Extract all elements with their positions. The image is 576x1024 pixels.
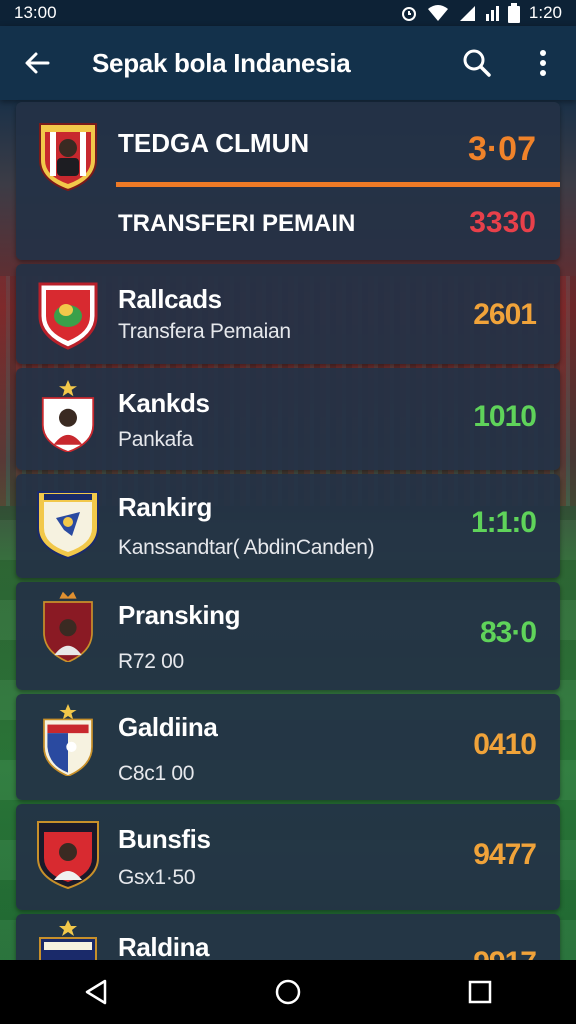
club-crest-icon: [38, 282, 98, 350]
club-score: 0410: [473, 728, 537, 761]
club-score: 83·0: [479, 616, 537, 649]
club-subtitle: Kanssandtar( AbdinCanden): [118, 536, 375, 559]
club-subtitle: Gsx1·50: [118, 866, 196, 889]
club-crest-icon: [39, 123, 97, 192]
featured-club-card[interactable]: TEDGA CLMUN 3·07 TRANSFERI PEMAIN 3330: [16, 102, 560, 260]
club-subtitle: R72 00: [118, 650, 184, 673]
list-item[interactable]: Pransking R72 00 83·0: [16, 582, 560, 690]
wifi-icon: [427, 5, 448, 21]
transfer-score: 3330: [469, 206, 536, 239]
list-item[interactable]: Bunsfis Gsx1·50 9477: [16, 804, 560, 910]
club-crest-icon: [37, 821, 99, 890]
accent-divider: [116, 182, 560, 187]
circle-home-icon: [275, 979, 301, 1005]
triangle-back-icon: [85, 979, 107, 1005]
list-item[interactable]: Kankds Pankafa 1010: [16, 368, 560, 470]
alarm-icon: [401, 7, 416, 21]
club-name: Galdiina: [118, 712, 218, 742]
arrow-left-icon: [25, 52, 50, 74]
system-nav-bar: [0, 960, 576, 1024]
more-vert-icon: [540, 50, 546, 76]
featured-club-score: 3·07: [467, 130, 536, 168]
club-crest-icon: [41, 380, 95, 452]
status-icons: 1:20: [400, 3, 562, 23]
club-crest-icon: [37, 491, 99, 560]
square-recents-icon: [468, 980, 492, 1004]
club-name: Kankds: [118, 388, 210, 418]
club-name: Rallcads: [118, 284, 222, 314]
app-bar: Sepak bola Indanesia: [0, 26, 576, 100]
search-icon: [463, 49, 491, 77]
nav-recents-button[interactable]: [440, 960, 520, 1024]
club-name: Bunsfis: [118, 824, 211, 854]
club-crest-icon: [43, 704, 93, 776]
status-time-right: 1:20: [528, 3, 562, 22]
club-subtitle: C8c1 00: [118, 762, 195, 785]
club-score: 1:1:0: [470, 506, 537, 539]
list-item[interactable]: Rallcads Transfera Pemaian 2601: [16, 264, 560, 364]
list-item[interactable]: Galdiina C8c1 00 0410: [16, 694, 560, 800]
club-name: Pransking: [118, 600, 241, 630]
club-name: Raldina: [118, 932, 210, 962]
transfer-heading: TRANSFERI PEMAIN: [118, 210, 356, 237]
back-button[interactable]: [0, 26, 74, 100]
battery-icon: [507, 3, 520, 23]
list-item[interactable]: Rankirg Kanssandtar( AbdinCanden) 1:1:0: [16, 474, 560, 578]
club-score: 2601: [473, 298, 537, 331]
signal-icon: [459, 6, 475, 21]
more-options-button[interactable]: [510, 26, 576, 100]
signal-icon-2: [485, 6, 499, 21]
club-subtitle: Transfera Pemaian: [118, 320, 291, 343]
club-score: 1010: [473, 400, 537, 433]
status-time-left: 13:00: [14, 3, 57, 22]
club-score: 9477: [473, 838, 537, 871]
featured-club-name: TEDGA CLMUN: [118, 128, 310, 158]
nav-back-button[interactable]: [56, 960, 136, 1024]
search-button[interactable]: [444, 26, 510, 100]
club-subtitle: Pankafa: [118, 428, 193, 451]
club-name: Rankirg: [118, 492, 213, 522]
status-bar: 13:00 1:20: [0, 0, 576, 26]
page-title: Sepak bola Indanesia: [92, 47, 351, 78]
club-crest-icon: [43, 591, 93, 662]
nav-home-button[interactable]: [248, 960, 328, 1024]
